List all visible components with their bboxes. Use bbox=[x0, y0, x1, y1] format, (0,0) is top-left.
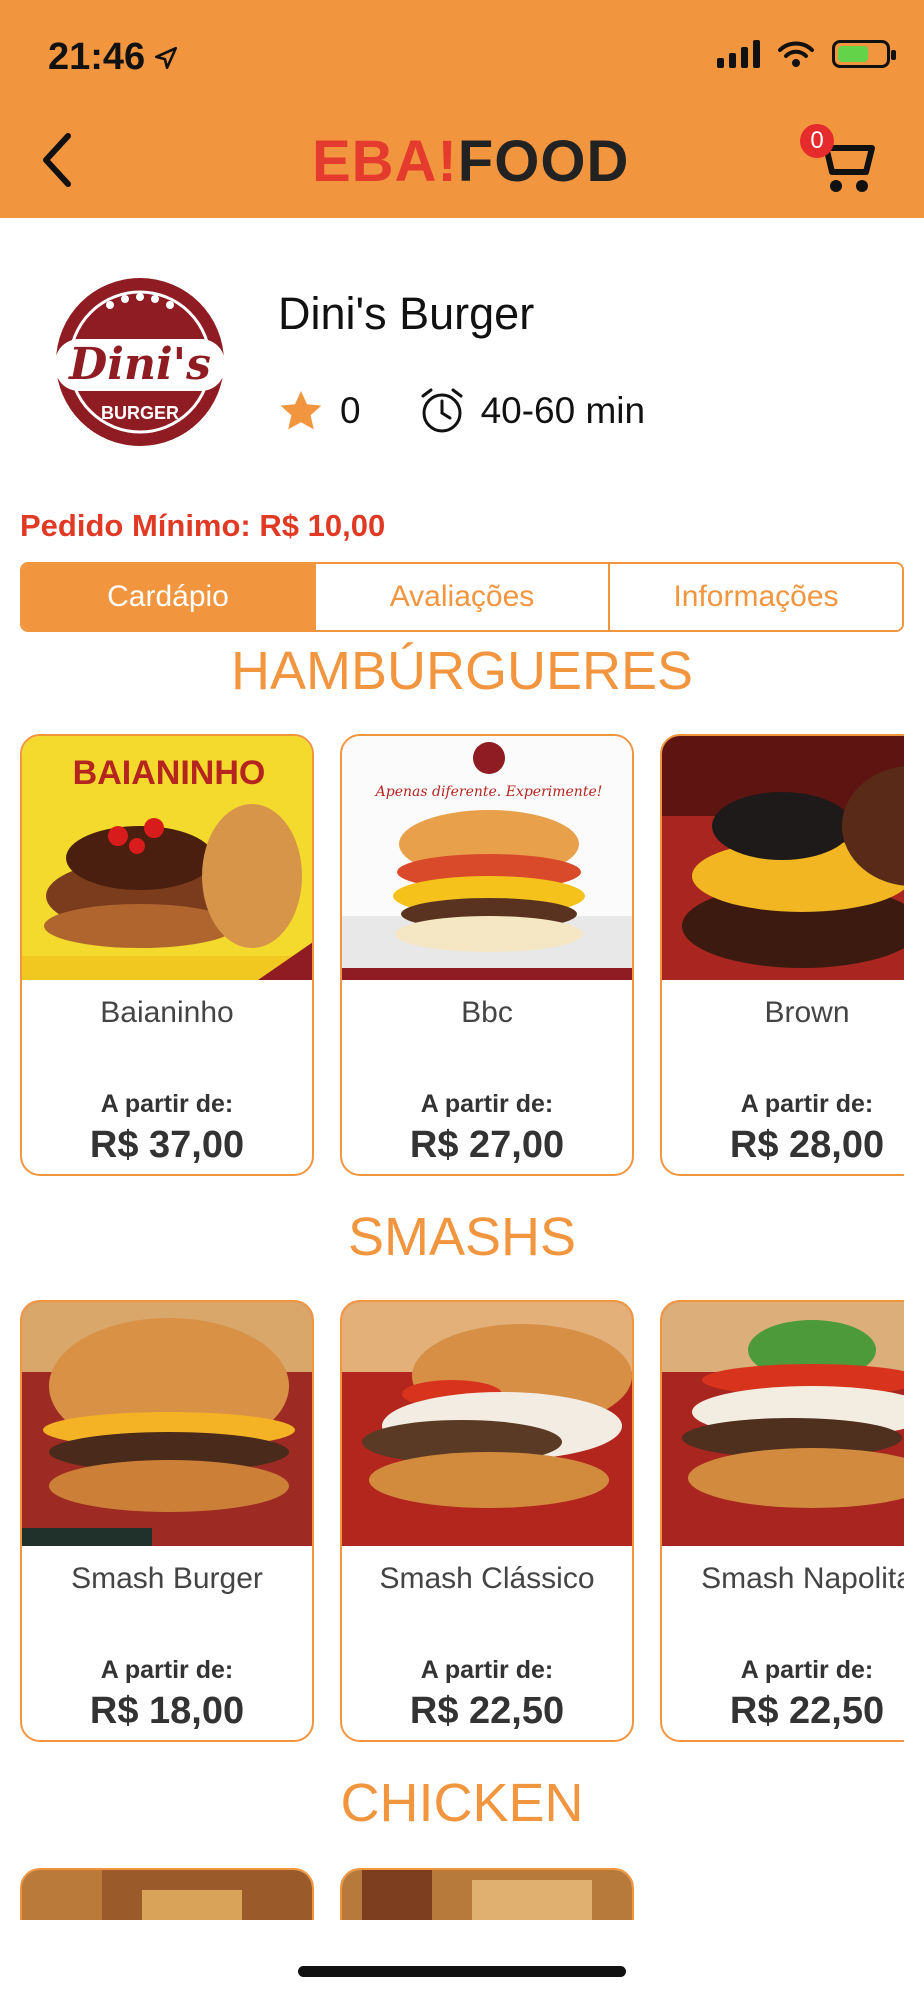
product-price: R$ 22,50 bbox=[729, 1690, 885, 1732]
product-card-partial[interactable] bbox=[340, 1868, 634, 1920]
brand-right-text: FOOD bbox=[457, 129, 630, 194]
product-image bbox=[22, 1870, 312, 1920]
product-card-partial[interactable] bbox=[20, 1868, 314, 1920]
min-order-text: Pedido Mínimo: R$ 10,00 bbox=[20, 508, 386, 543]
signal-icon bbox=[717, 40, 760, 68]
product-card-brown[interactable]: Brown A partir de: R$ 28,00 bbox=[660, 734, 904, 1176]
store-logo: Dini's BURGER bbox=[20, 242, 260, 482]
store-name: Dini's Burger bbox=[278, 288, 535, 339]
product-from-label: A partir de: bbox=[740, 1090, 874, 1118]
app-header: 21:46 EBA! FOOD 0 bbox=[0, 0, 924, 218]
section-title-smashs: SMASHS bbox=[347, 1207, 577, 1267]
smashs-row: Smash Burger A partir de: R$ 18,00 Smash… bbox=[20, 1300, 904, 1744]
product-image: Apenas diferente. Experimente! bbox=[342, 736, 632, 980]
product-card-smash-classico[interactable]: Smash Clássico A partir de: R$ 22,50 bbox=[340, 1300, 634, 1742]
store-logo-subtext: BURGER bbox=[101, 403, 179, 423]
product-price: R$ 28,00 bbox=[729, 1124, 885, 1166]
alarm-clock-icon bbox=[421, 388, 463, 433]
cart-button[interactable]: 0 bbox=[800, 124, 880, 198]
product-image bbox=[342, 1302, 632, 1546]
tab-informacoes[interactable]: Informações bbox=[610, 564, 902, 630]
status-icons bbox=[717, 40, 896, 68]
star-icon bbox=[280, 391, 322, 430]
tab-avaliacoes[interactable]: Avaliações bbox=[316, 564, 610, 630]
brand-logo: EBA! FOOD bbox=[312, 128, 629, 195]
store-logo-image: Dini's BURGER bbox=[55, 278, 225, 446]
product-name: Brown bbox=[764, 996, 850, 1029]
product-from-label: A partir de: bbox=[100, 1090, 234, 1118]
product-image: BAIANINHO bbox=[22, 736, 312, 980]
product-from-label: A partir de: bbox=[420, 1090, 554, 1118]
product-card-bbc[interactable]: Apenas diferente. Experimente! Bbc A par… bbox=[340, 734, 634, 1176]
home-indicator bbox=[298, 1966, 626, 1977]
store-tabs: Cardápio Avaliações Informações bbox=[20, 562, 904, 632]
status-time: 21:46 bbox=[48, 36, 179, 79]
chevron-left-icon bbox=[43, 133, 71, 187]
store-logo-text: Dini's bbox=[67, 339, 211, 390]
product-image bbox=[662, 1302, 904, 1546]
tab-cardapio[interactable]: Cardápio bbox=[22, 564, 316, 630]
cart-count-badge: 0 bbox=[800, 124, 834, 158]
product-from-label: A partir de: bbox=[740, 1656, 874, 1684]
product-name: Bbc bbox=[461, 996, 513, 1029]
product-name: Smash Clássico bbox=[379, 1562, 595, 1595]
product-price: R$ 27,00 bbox=[409, 1124, 565, 1166]
hamburgueres-row: BAIANINHO Baianinho A partir de: R$ 37,0… bbox=[20, 734, 904, 1178]
delivery-time: 40-60 min bbox=[480, 390, 646, 431]
section-title-hamburgueres: HAMBÚRGUERES bbox=[230, 641, 694, 701]
app-screen: 21:46 EBA! FOOD 0 Dini's BURGER Dini's B… bbox=[0, 0, 924, 2000]
product-price: R$ 22,50 bbox=[409, 1690, 565, 1732]
location-arrow-icon bbox=[155, 46, 178, 69]
store-rating: 0 bbox=[340, 390, 361, 431]
product-name: Baianinho bbox=[100, 996, 234, 1029]
back-button[interactable] bbox=[40, 130, 90, 190]
product-name: Smash Napolita bbox=[701, 1562, 904, 1595]
status-time-text: 21:46 bbox=[48, 36, 146, 78]
product-image bbox=[342, 1870, 632, 1920]
section-title-chicken: CHICKEN bbox=[340, 1773, 584, 1833]
store-meta: 0 40-60 min bbox=[276, 386, 645, 436]
product-card-smash-burger[interactable]: Smash Burger A partir de: R$ 18,00 bbox=[20, 1300, 314, 1742]
product-image bbox=[22, 1302, 312, 1546]
wifi-icon bbox=[778, 41, 814, 67]
product-name: Smash Burger bbox=[71, 1562, 263, 1595]
product-image-text: BAIANINHO bbox=[73, 754, 266, 792]
brand-left-text: EBA! bbox=[312, 129, 458, 194]
product-from-label: A partir de: bbox=[420, 1656, 554, 1684]
product-card-baianinho[interactable]: BAIANINHO Baianinho A partir de: R$ 37,0… bbox=[20, 734, 314, 1176]
product-image bbox=[662, 736, 904, 980]
product-card-smash-napolita[interactable]: Smash Napolita A partir de: R$ 22,50 bbox=[660, 1300, 904, 1742]
battery-icon bbox=[832, 40, 896, 68]
product-from-label: A partir de: bbox=[100, 1656, 234, 1684]
product-image-text: Apenas diferente. Experimente! bbox=[374, 784, 603, 800]
chicken-row bbox=[20, 1868, 904, 1920]
product-price: R$ 18,00 bbox=[89, 1690, 245, 1732]
product-price: R$ 37,00 bbox=[89, 1124, 245, 1166]
